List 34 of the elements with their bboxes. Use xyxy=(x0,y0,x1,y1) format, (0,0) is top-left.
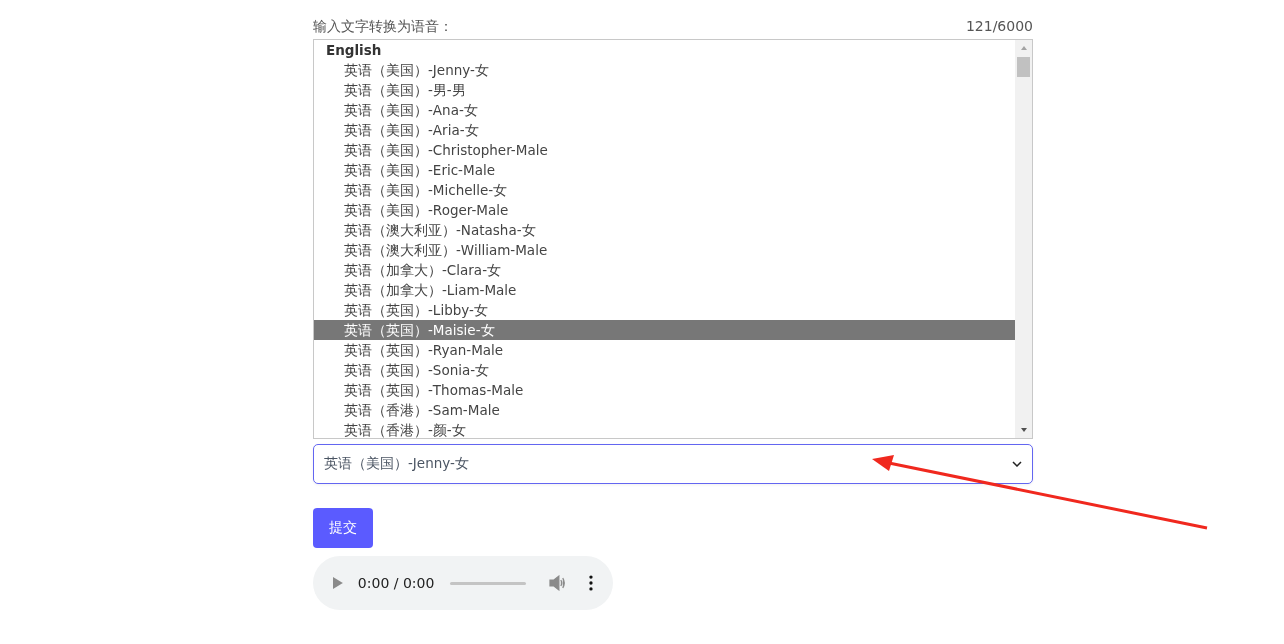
progress-track[interactable] xyxy=(450,581,527,585)
dropdown-option[interactable]: 英语（美国）-Aria-女 xyxy=(314,120,1015,140)
voice-select[interactable]: 英语（美国）-Jenny-女 xyxy=(313,444,1033,484)
play-icon[interactable] xyxy=(333,577,343,589)
dropdown-option[interactable]: 英语（美国）-Christopher-Male xyxy=(314,140,1015,160)
option-group-label: English xyxy=(325,41,383,60)
field-label: 输入文字转换为语音： xyxy=(313,18,453,35)
scroll-up-icon[interactable] xyxy=(1019,45,1028,51)
dropdown-option[interactable]: 英语（澳大利亚）-William-Male xyxy=(314,240,1015,260)
more-options-icon[interactable] xyxy=(589,575,593,591)
submit-button[interactable]: 提交 xyxy=(313,508,373,548)
volume-icon[interactable] xyxy=(549,575,568,591)
dropdown-option[interactable]: 英语（香港）-颜-女 xyxy=(314,420,1015,440)
dropdown-option[interactable]: 英语（美国）-Eric-Male xyxy=(314,160,1015,180)
scrollbar[interactable] xyxy=(1015,40,1032,438)
dropdown-option[interactable]: 英语（美国）-Jenny-女 xyxy=(314,60,1015,80)
dropdown-option[interactable]: 英语（澳大利亚）-Natasha-女 xyxy=(314,220,1015,240)
dropdown-option[interactable]: 英语（英国）-Maisie-女 xyxy=(314,320,1015,340)
scrollbar-thumb[interactable] xyxy=(1017,57,1030,77)
dropdown-option[interactable]: 英语（美国）-Roger-Male xyxy=(314,200,1015,220)
dropdown-option[interactable]: 英语（英国）-Thomas-Male xyxy=(314,380,1015,400)
dropdown-option[interactable]: 英语（美国）-男-男 xyxy=(314,80,1015,100)
dropdown-option[interactable]: 英语（英国）-Ryan-Male xyxy=(314,340,1015,360)
dropdown-option[interactable]: 英语（加拿大）-Clara-女 xyxy=(314,260,1015,280)
dropdown-option[interactable]: 英语（美国）-Ana-女 xyxy=(314,100,1015,120)
dropdown-option[interactable]: 英语（香港）-Sam-Male xyxy=(314,400,1015,420)
dropdown-option[interactable]: 英语（美国）-Michelle-女 xyxy=(314,180,1015,200)
audio-time: 0:00 / 0:00 xyxy=(357,575,435,591)
scroll-down-icon[interactable] xyxy=(1019,427,1028,433)
character-counter: 121/6000 xyxy=(965,18,1033,35)
dropdown-option[interactable]: 英语（英国）-Sonia-女 xyxy=(314,360,1015,380)
dropdown-option[interactable]: 英语（加拿大）-Liam-Male xyxy=(314,280,1015,300)
chevron-down-icon xyxy=(1012,461,1022,467)
dropdown-option[interactable]: 英语（英国）-Libby-女 xyxy=(314,300,1015,320)
